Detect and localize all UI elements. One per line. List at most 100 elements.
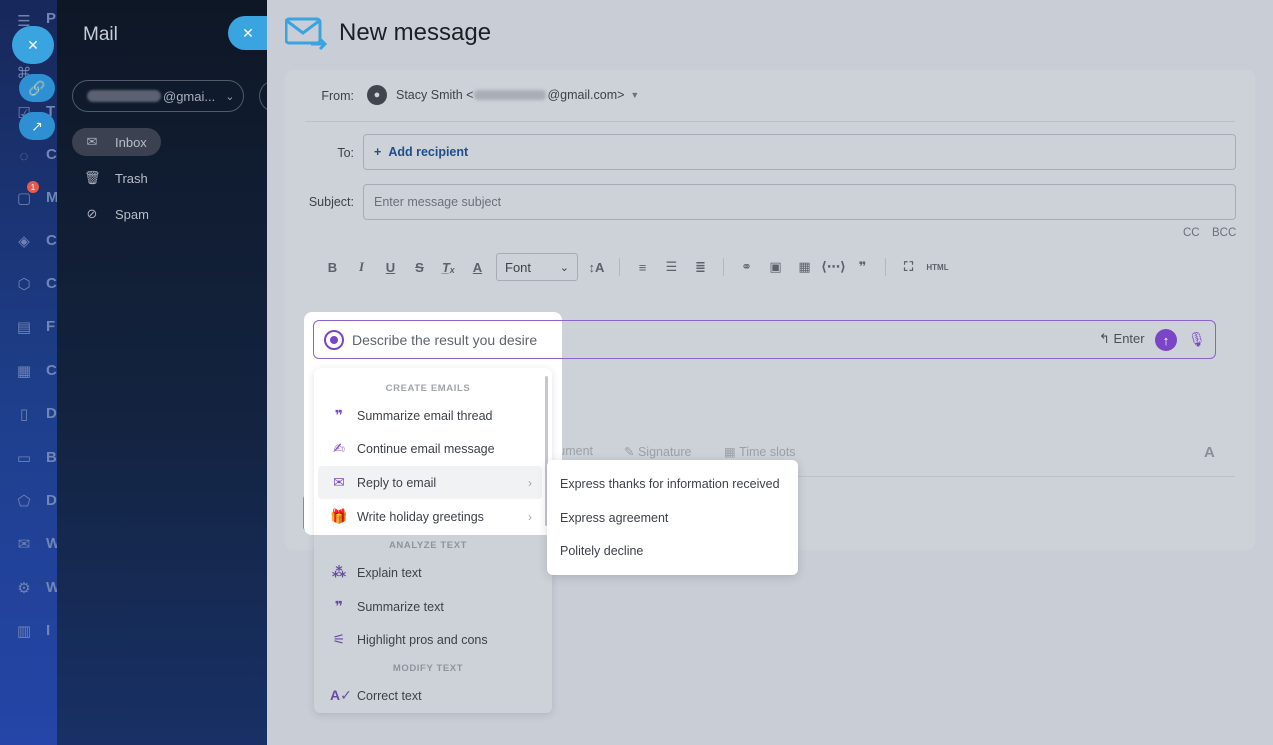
close-slider-button[interactable]: ✕ (228, 16, 268, 50)
menu-continue-email-message[interactable]: ✍ Continue email message (318, 432, 542, 465)
rail-label: P (46, 10, 57, 27)
plus-icon: + (374, 145, 382, 159)
subject-input[interactable]: Enter message subject (363, 184, 1236, 220)
html-icon[interactable]: HTML (923, 263, 952, 272)
account-label: @gmai... (163, 88, 216, 104)
rail-label: D (46, 492, 57, 509)
spam-icon: ⊘ (86, 206, 98, 221)
table-icon[interactable]: ▦ (790, 259, 819, 275)
font-select[interactable]: Font ⌄ (496, 253, 578, 281)
font-select-value: Font (505, 259, 532, 275)
folder-inbox[interactable]: ✉ Inbox (72, 128, 161, 156)
rail-label: B (46, 449, 57, 466)
menu-write-holiday-greetings[interactable]: 🎁 Write holiday greetings › (318, 500, 542, 533)
submenu-express-thanks[interactable]: Express thanks for information received (560, 477, 780, 491)
drive-icon[interactable]: ⬠ (13, 490, 35, 512)
add-recipient-link[interactable]: Add recipient (388, 145, 468, 159)
submenu-express-agreement[interactable]: Express agreement (560, 511, 668, 525)
rail-label: I (46, 622, 51, 639)
text-format-toggle[interactable]: A (1204, 444, 1215, 461)
analytics-icon[interactable]: ▥ (13, 620, 35, 642)
strikethrough-icon[interactable]: S (405, 260, 434, 275)
folder-spam[interactable]: ⊘ Spam (72, 200, 163, 228)
text-color-icon[interactable]: A (463, 260, 492, 275)
code-icon[interactable]: ⟨⋯⟩ (819, 259, 848, 275)
submenu-politely-decline[interactable]: Politely decline (560, 544, 643, 558)
menu-summarize-text[interactable]: ❞ Summarize text (318, 590, 542, 623)
menu-item-label: Reply to email (357, 475, 437, 490)
workgroups-icon[interactable]: ⚙ (13, 577, 35, 599)
menu-correct-text[interactable]: A✓ Correct text (318, 679, 542, 712)
image-icon[interactable]: ▣ (761, 259, 790, 275)
signature-link[interactable]: ✎ Signature (624, 444, 691, 459)
open-external-button[interactable]: ↗ (19, 112, 55, 140)
section-modify-text: MODIFY TEXT (392, 663, 464, 674)
bcc-link[interactable]: BCC (1212, 227, 1236, 239)
from-label: From: (321, 89, 354, 103)
pen-icon: ✍ (333, 440, 345, 456)
close-icon: ✕ (27, 36, 39, 53)
menu-item-label: Explain text (357, 565, 422, 580)
account-select[interactable]: @gmai... ⌄ (72, 80, 244, 112)
microphone-icon[interactable]: 🎙 (1188, 331, 1206, 349)
divider (305, 121, 1235, 122)
align-icon[interactable]: ≣ (686, 259, 715, 275)
document-icon[interactable]: ▯ (13, 403, 35, 425)
board-icon[interactable]: ▭ (13, 447, 35, 469)
signature-label: Signature (637, 445, 692, 459)
subject-label: Subject: (308, 195, 354, 209)
clear-format-icon[interactable]: T̲ₓ (434, 260, 463, 275)
recipient-field[interactable]: + Add recipient (363, 134, 1236, 170)
rail-label: C (46, 275, 57, 292)
copy-link-button[interactable]: 🔗 (19, 74, 55, 102)
ai-prompt-input[interactable]: Describe the result you desire (313, 320, 562, 359)
mail-title: Mail (83, 24, 118, 45)
menu-item-label: Write holiday greetings (357, 509, 484, 524)
close-icon: ✕ (242, 24, 254, 41)
link-icon[interactable]: ⚭ (732, 259, 761, 275)
menu-summarize-email-thread[interactable]: ❞ Summarize email thread (318, 399, 542, 432)
underline-icon[interactable]: U (376, 260, 405, 275)
chat-icon[interactable]: ◌ (13, 145, 35, 167)
from-sender[interactable]: ● Stacy Smith < @gmail.com> ▼ (367, 85, 639, 105)
enter-hint: ↰ Enter (1099, 331, 1145, 347)
pen-icon: ✎ (624, 445, 635, 459)
compose-header: New message (284, 16, 491, 51)
folder-trash[interactable]: 🗑 Trash (72, 164, 162, 192)
spellcheck-icon: A✓ (330, 687, 352, 703)
menu-highlight-pros-and-cons[interactable]: ⚟ Highlight pros and cons (318, 623, 542, 656)
close-button[interactable]: ✕ (12, 26, 54, 64)
crm-icon[interactable]: ◈ (13, 230, 35, 252)
fullscreen-icon[interactable]: ⛶ (894, 259, 923, 275)
menu-explain-text[interactable]: ⁂ Explain text (318, 556, 542, 589)
sliders-icon: ⚟ (332, 631, 346, 647)
ai-placeholder: Describe the result you desire (352, 331, 538, 348)
subject-placeholder: Enter message subject (374, 195, 502, 209)
link-icon: 🔗 (28, 79, 46, 96)
ai-submit-button[interactable]: ↑ (1155, 329, 1177, 351)
bold-icon[interactable]: B (318, 260, 347, 275)
bulleted-list-icon[interactable]: ☰ (657, 259, 686, 275)
quote-icon[interactable]: ❞ (848, 259, 877, 275)
italic-icon[interactable]: I (347, 259, 376, 275)
mail-icon[interactable]: ✉ (13, 533, 35, 555)
to-label: To: (337, 146, 354, 160)
email-redacted (474, 90, 547, 100)
inbox-icon: ✉ (86, 134, 98, 149)
chevron-right-icon: › (528, 509, 532, 524)
menu-reply-to-email[interactable]: ✉ Reply to email › (318, 466, 542, 499)
rail-label: C (46, 146, 57, 163)
calendar-icon[interactable]: ▦ (13, 360, 35, 382)
font-size-icon[interactable]: ↕A (582, 260, 611, 275)
cursor-click-icon: ⁂ (331, 564, 347, 580)
forms-icon[interactable]: ▤ (13, 316, 35, 338)
settings-hex-icon[interactable]: ⬡ (13, 273, 35, 295)
menu-item-label: Correct text (357, 688, 422, 703)
chevron-down-icon: ⌄ (225, 90, 235, 103)
rail-label: C (46, 362, 57, 379)
menu-item-label: Summarize email thread (357, 408, 493, 423)
time-slots-link[interactable]: ▦ Time slots (724, 444, 796, 459)
cc-link[interactable]: CC (1183, 227, 1200, 239)
numbered-list-icon[interactable]: ≡ (628, 260, 657, 275)
from-domain: @gmail.com> (547, 88, 625, 102)
